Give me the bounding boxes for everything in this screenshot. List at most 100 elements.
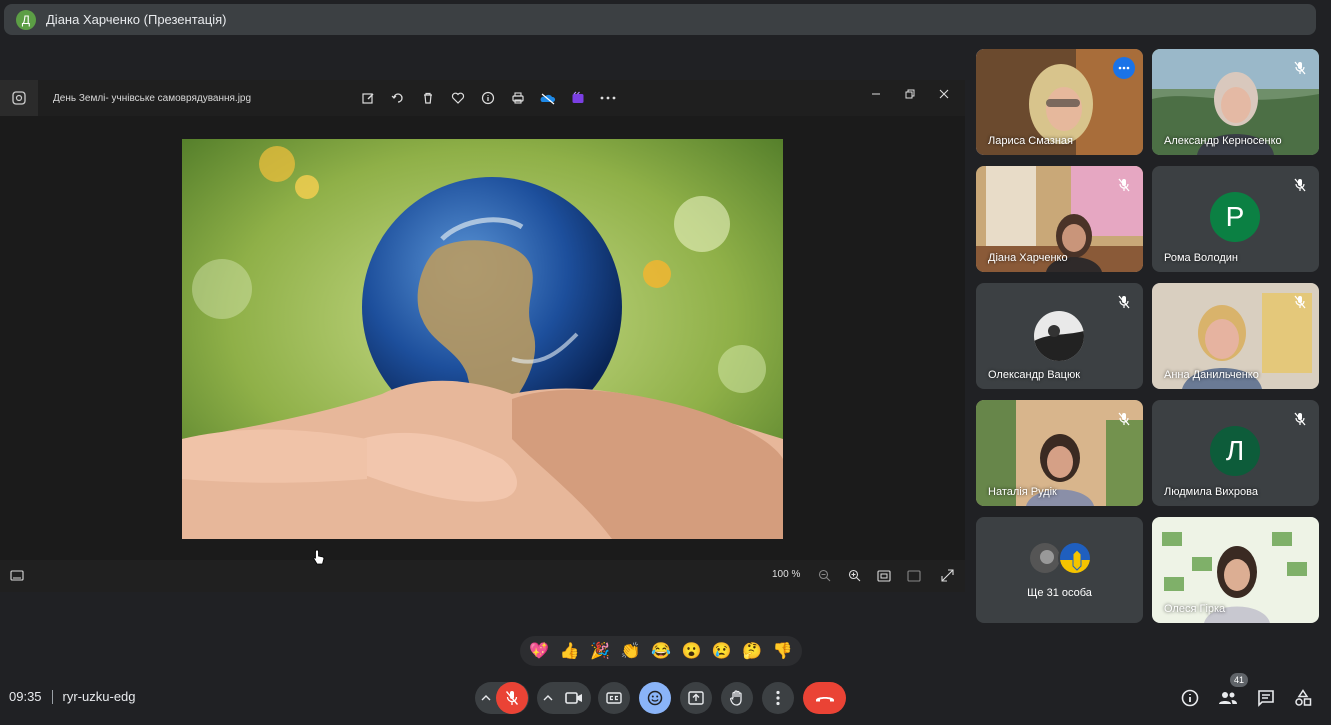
participant-name: Анна Данильченко <box>1164 369 1259 381</box>
photos-app-icon <box>0 80 38 116</box>
participant-tile[interactable]: Лариса Смазная <box>976 49 1143 155</box>
reaction-laugh[interactable]: 😂 <box>648 641 674 661</box>
mic-off-icon <box>1115 410 1133 428</box>
hand-icon <box>730 690 742 706</box>
participant-name: Олександр Вацюк <box>988 369 1081 381</box>
restore-icon[interactable] <box>893 80 927 108</box>
participant-tile[interactable]: Александр Керносенко <box>1152 49 1319 155</box>
participant-avatar: P <box>1210 192 1260 242</box>
favorite-icon[interactable] <box>443 83 473 113</box>
meeting-details: 09:35 ryr-uzku-edg <box>9 689 136 704</box>
raise-hand-button[interactable] <box>721 682 753 714</box>
presenter-avatar: Д <box>16 9 36 30</box>
more-icon[interactable] <box>593 83 623 113</box>
captions-button[interactable] <box>598 682 630 714</box>
more-participants-tile[interactable]: Ще 31 особа <box>976 517 1143 623</box>
participant-name: Людмила Вихрова <box>1164 486 1258 498</box>
edit-icon[interactable] <box>353 83 383 113</box>
presentation-banner: Д Діана Харченко (Презентація) <box>4 4 1316 35</box>
delete-icon[interactable] <box>413 83 443 113</box>
camera-icon <box>565 692 582 704</box>
mic-off-icon <box>1291 176 1309 194</box>
participant-avatar <box>1034 311 1084 361</box>
participant-name: Наталія Рудік <box>988 486 1057 498</box>
actual-size-icon[interactable] <box>907 569 921 587</box>
camera-control-group <box>537 682 591 714</box>
mouse-cursor <box>313 549 325 570</box>
camera-toggle-button[interactable] <box>558 682 590 714</box>
minimize-icon[interactable] <box>859 80 893 108</box>
participant-name: Діана Харченко <box>988 252 1068 264</box>
activities-button[interactable] <box>1291 686 1315 710</box>
print-icon[interactable] <box>503 83 533 113</box>
more-options-icon[interactable] <box>1113 57 1135 79</box>
reaction-sad[interactable]: 😢 <box>709 641 735 661</box>
reactions-button[interactable] <box>639 682 671 714</box>
present-screen-icon <box>688 691 704 705</box>
captions-icon <box>606 692 622 704</box>
rotate-icon[interactable] <box>383 83 413 113</box>
more-participants-label: Ще 31 особа <box>1027 587 1092 599</box>
video-options-icon[interactable] <box>538 695 558 701</box>
fit-window-icon[interactable] <box>877 569 891 587</box>
people-icon <box>1219 692 1237 704</box>
chat-button[interactable] <box>1254 686 1278 710</box>
participant-tile[interactable]: Олександр Вацюк <box>976 283 1143 389</box>
zoom-out-icon[interactable] <box>818 569 831 587</box>
reaction-thumbs-down[interactable]: 👎 <box>770 641 796 661</box>
reaction-sparkling-heart[interactable]: 💖 <box>526 641 552 661</box>
participant-avatar <box>1028 541 1062 575</box>
more-options-button[interactable] <box>762 682 794 714</box>
ukraine-emblem-icon <box>1058 541 1092 575</box>
mic-off-icon <box>1115 293 1133 311</box>
people-button[interactable] <box>1216 686 1240 710</box>
participant-tile[interactable]: Діана Харченко <box>976 166 1143 272</box>
people-count-badge: 41 <box>1230 673 1248 687</box>
reaction-surprised[interactable]: 😮 <box>678 641 704 661</box>
meeting-info-button[interactable] <box>1178 686 1202 710</box>
info-icon[interactable] <box>473 83 503 113</box>
mic-off-icon <box>1291 410 1309 428</box>
file-name: День Землі- учнівське самоврядування.jpg <box>53 92 252 104</box>
mic-toggle-button[interactable] <box>496 682 528 714</box>
leave-call-button[interactable] <box>803 682 846 714</box>
mic-off-icon <box>1291 59 1309 77</box>
participant-name: Лариса Смазная <box>988 135 1073 147</box>
activities-icon <box>1295 689 1312 706</box>
reaction-party[interactable]: 🎉 <box>587 641 613 661</box>
mic-off-icon <box>1291 293 1309 311</box>
participant-tile[interactable]: Анна Данильченко <box>1152 283 1319 389</box>
clipchamp-icon[interactable] <box>563 83 593 113</box>
audio-options-icon[interactable] <box>476 695 496 701</box>
filmstrip-icon[interactable] <box>10 569 24 587</box>
chat-icon <box>1258 690 1274 707</box>
presenter-title: Діана Харченко (Презентація) <box>46 12 227 27</box>
participant-name: Рома Володин <box>1164 252 1238 264</box>
close-icon[interactable] <box>927 80 961 108</box>
reaction-bar: 💖 👍 🎉 👏 😂 😮 😢 🤔 👎 <box>520 636 802 666</box>
reaction-thumbs-up[interactable]: 👍 <box>557 641 583 661</box>
present-button[interactable] <box>680 682 712 714</box>
viewer-bottombar: 100 % <box>0 560 965 592</box>
shared-screen: День Землі- учнівське самоврядування.jpg <box>0 80 965 592</box>
participant-tile[interactable]: Олеся Гірка <box>1152 517 1319 623</box>
participant-tile[interactable]: Наталія Рудік <box>976 400 1143 506</box>
emoji-icon <box>647 690 663 706</box>
mic-off-icon <box>505 691 519 705</box>
viewer-titlebar: День Землі- учнівське самоврядування.jpg <box>0 80 965 116</box>
mic-off-icon <box>1115 176 1133 194</box>
meeting-code[interactable]: ryr-uzku-edg <box>63 689 136 704</box>
participant-avatar: Л <box>1210 426 1260 476</box>
participant-name: Олеся Гірка <box>1164 603 1226 615</box>
reaction-thinking[interactable]: 🤔 <box>739 641 765 661</box>
end-call-icon <box>815 697 834 702</box>
fullscreen-icon[interactable] <box>941 569 954 587</box>
zoom-level: 100 % <box>772 569 801 580</box>
participant-tile[interactable]: Л Людмила Вихрова <box>1152 400 1319 506</box>
divider <box>51 689 53 704</box>
participant-tile[interactable]: P Рома Володин <box>1152 166 1319 272</box>
onedrive-icon[interactable] <box>533 83 563 113</box>
zoom-in-icon[interactable] <box>848 569 861 587</box>
reaction-clap[interactable]: 👏 <box>618 641 644 661</box>
more-vert-icon <box>776 690 780 706</box>
